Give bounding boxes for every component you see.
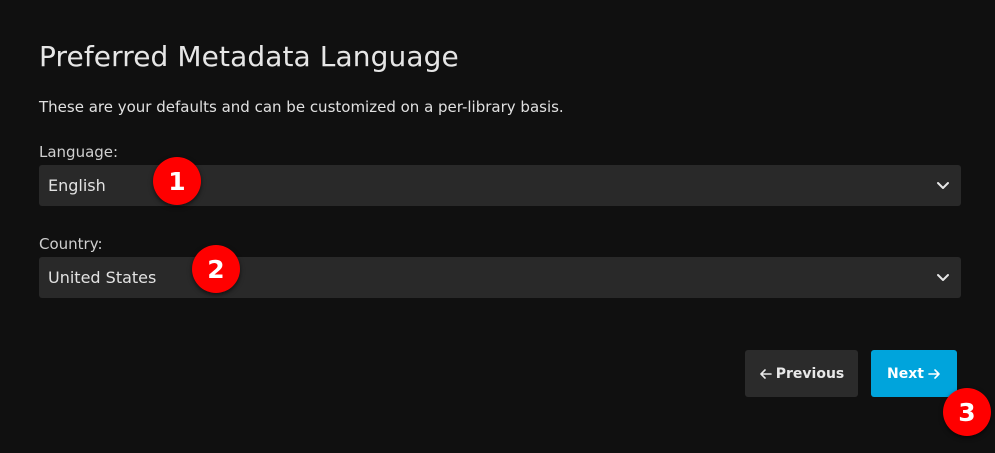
page-title: Preferred Metadata Language bbox=[39, 40, 459, 73]
previous-button-label: Previous bbox=[775, 365, 845, 382]
annotation-marker-3: 3 bbox=[943, 388, 991, 436]
arrow-right-icon bbox=[928, 368, 940, 379]
next-button[interactable]: Next bbox=[871, 350, 957, 397]
language-label: Language: bbox=[39, 143, 119, 161]
previous-button[interactable]: Previous bbox=[745, 350, 858, 397]
language-select-value: English bbox=[48, 176, 106, 195]
annotation-marker-1: 1 bbox=[153, 157, 201, 205]
chevron-down-icon bbox=[937, 182, 949, 189]
annotation-marker-2: 2 bbox=[192, 245, 240, 293]
country-select[interactable]: United States bbox=[39, 257, 961, 298]
next-button-label: Next bbox=[887, 365, 924, 382]
country-select-value: United States bbox=[48, 268, 157, 287]
country-label: Country: bbox=[39, 235, 103, 253]
wizard-page: Preferred Metadata Language These are yo… bbox=[0, 0, 995, 453]
chevron-down-icon bbox=[937, 274, 949, 281]
arrow-left-icon bbox=[759, 368, 772, 379]
page-description: These are your defaults and can be custo… bbox=[39, 98, 564, 116]
